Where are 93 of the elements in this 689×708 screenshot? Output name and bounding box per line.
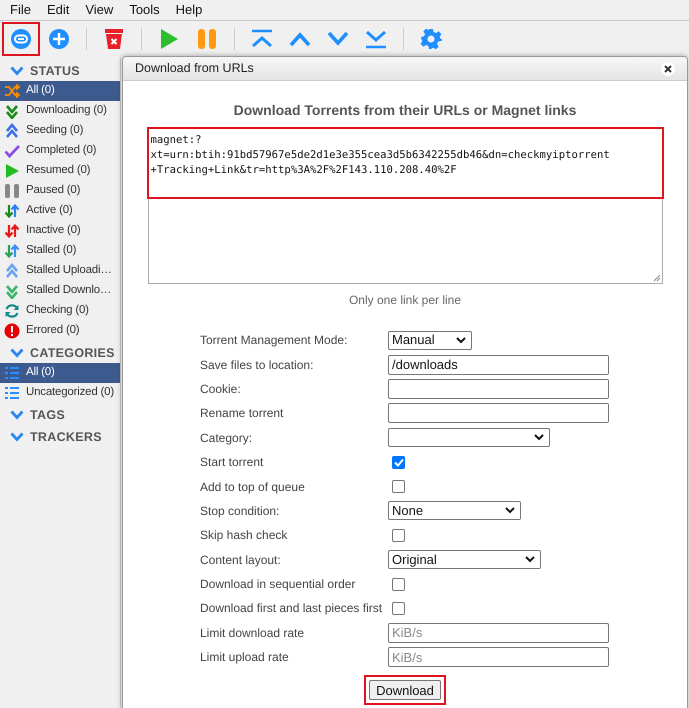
dialog-title: Download from URLs — [135, 60, 254, 78]
field-label: Rename torrent — [200, 405, 284, 422]
checkbox[interactable] — [392, 578, 405, 591]
dropdown[interactable] — [388, 428, 550, 448]
sidebar-item[interactable]: Downloading (0) — [0, 101, 120, 121]
sidebar-item[interactable]: Active (0) — [0, 201, 120, 221]
arrows-icon — [4, 223, 20, 239]
link-icon — [10, 28, 32, 50]
field-label: Limit upload rate — [200, 649, 290, 666]
checkbox[interactable] — [392, 456, 405, 469]
caret-icon — [505, 507, 515, 514]
section-title: TAGS — [30, 406, 65, 424]
double-chevron-up-icon — [4, 123, 20, 139]
field-label: Category: — [200, 430, 254, 447]
dropdown[interactable]: None — [388, 501, 521, 520]
double-chevron-up-icon — [4, 263, 20, 279]
arrows-icon — [4, 203, 20, 219]
caret-icon — [534, 434, 544, 442]
double-chevron-down-icon — [4, 283, 20, 299]
field-label: Start torrent — [200, 454, 264, 472]
sidebar-item[interactable]: Inactive (0) — [0, 221, 120, 241]
toolbar-button[interactable] — [2, 22, 40, 56]
field-label: Download first and last pieces first — [200, 600, 384, 618]
sidebar-item[interactable]: Checking (0) — [0, 301, 120, 321]
url-input[interactable]: magnet:? xt=urn:btih:91bd57967e5de2d1e3e355cea3d5b6342255db46&dn=checkmyiptorrent +Tracking+Link&tr=http%3A%2F%2F143.110.208.40%2F — [148, 127, 662, 284]
chevron-down-icon[interactable] — [10, 431, 24, 443]
chevron-down-icon[interactable] — [10, 409, 24, 421]
delete-icon — [104, 28, 124, 50]
url-text: magnet:? xt=urn:btih:91bd57967e5de2d1e3e355cea3d5b6342255db46&dn=checkmyiptorrent +Tracking+Link&tr=http%3A%2F%2F143.110.208.40%2F — [150, 133, 611, 178]
sidebar-item[interactable]: Resumed (0) — [0, 161, 120, 181]
field-label: Add to top of queue — [200, 478, 306, 496]
menu-item[interactable]: File — [2, 0, 39, 20]
section-title: CATEGORIES — [30, 344, 115, 362]
list-icon — [4, 365, 20, 381]
input-field[interactable] — [388, 378, 609, 399]
dropdown[interactable]: Manual — [388, 330, 472, 350]
move-bottom-icon — [364, 29, 388, 49]
pause-icon — [4, 183, 20, 199]
resize-grip-icon[interactable] — [652, 273, 660, 282]
section-title: TRACKERS — [30, 428, 102, 446]
play-icon — [4, 163, 20, 179]
sidebar-item[interactable]: Stalled Downlo… — [0, 281, 120, 301]
sidebar-item[interactable]: Stalled Uploadi… — [0, 261, 120, 281]
arrows-icon — [4, 243, 20, 259]
input-field[interactable]: /downloads — [388, 354, 609, 375]
field-label: Download in sequential order — [200, 576, 356, 594]
sidebar-item[interactable]: Errored (0) — [0, 321, 120, 341]
chevron-down-icon[interactable] — [10, 347, 24, 359]
hint-text: Only one link per line — [348, 292, 462, 309]
double-chevron-down-icon — [4, 103, 20, 119]
menu-item[interactable]: Edit — [38, 0, 78, 20]
shuffle-icon — [4, 83, 20, 99]
sidebar-item[interactable]: Paused (0) — [0, 181, 120, 201]
checkbox[interactable] — [392, 480, 405, 494]
field-label: Save files to location: — [200, 356, 314, 374]
sidebar-item[interactable]: Uncategorized (0) — [0, 383, 120, 403]
checkbox[interactable] — [392, 528, 405, 542]
input-field[interactable]: KiB/s — [388, 622, 609, 643]
field-label: Skip hash check — [200, 527, 288, 544]
list-icon — [4, 385, 20, 401]
sidebar-item[interactable]: Seeding (0) — [0, 121, 120, 141]
sidebar-item[interactable]: All (0) — [0, 363, 120, 383]
download-button[interactable]: Download — [369, 680, 441, 700]
pause-icon — [196, 28, 218, 50]
sidebar-item[interactable]: Stalled (0) — [0, 241, 120, 261]
input-field[interactable]: KiB/s — [388, 647, 609, 668]
menu-item[interactable]: Tools — [121, 0, 168, 20]
close-button[interactable] — [661, 62, 675, 76]
add-icon — [48, 28, 70, 50]
field-label: Stop condition: — [200, 502, 280, 520]
field-label: Torrent Management Mode: — [200, 332, 348, 350]
field-label: Content layout: — [200, 552, 282, 569]
refresh-icon — [4, 303, 20, 319]
close-icon — [664, 64, 672, 72]
input-field[interactable] — [388, 403, 609, 424]
menu-item[interactable]: View — [77, 0, 122, 20]
dialog-heading: Download Torrents from their URLs or Magnet links — [234, 101, 576, 120]
error-icon — [4, 323, 20, 339]
field-label: Limit download rate — [200, 624, 306, 642]
sidebar-item[interactable]: All (0) — [0, 81, 120, 101]
move-top-icon — [250, 29, 274, 49]
section-title: STATUS — [30, 62, 80, 80]
caret-icon — [456, 336, 466, 344]
settings-icon — [420, 28, 442, 50]
chevron-down-icon[interactable] — [10, 65, 24, 77]
check-icon — [4, 143, 20, 159]
checkbox[interactable] — [392, 602, 405, 615]
caret-icon — [525, 556, 535, 564]
sidebar-item[interactable]: Completed (0) — [0, 141, 120, 161]
play-icon — [159, 28, 179, 50]
field-label: Cookie: — [200, 380, 242, 398]
dropdown[interactable]: Original — [388, 550, 541, 570]
menu-item[interactable]: Help — [168, 0, 210, 20]
